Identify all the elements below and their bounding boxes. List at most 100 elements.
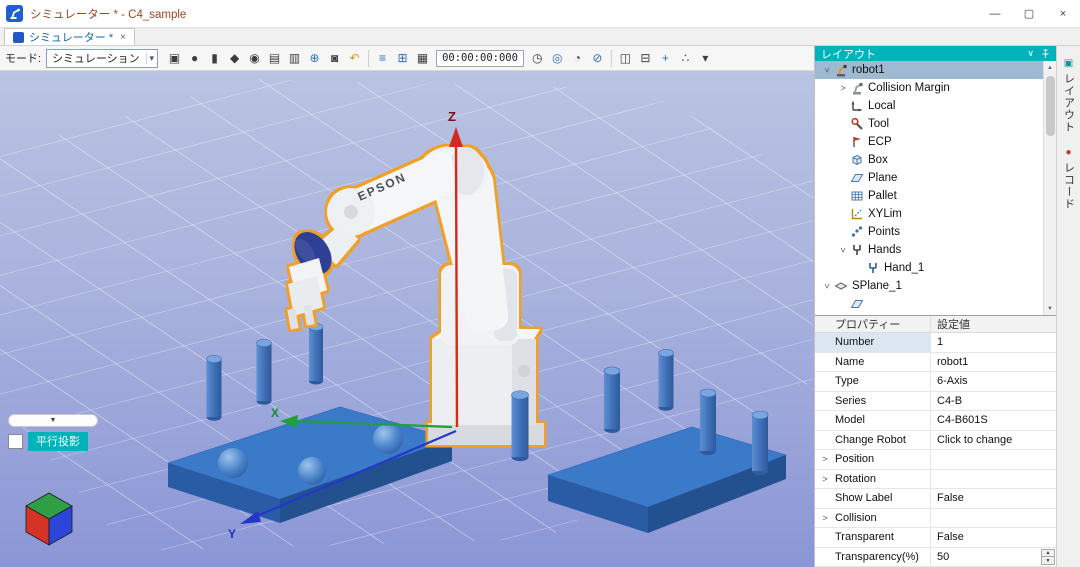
add-box-icon[interactable]: ▣ [165, 49, 184, 68]
property-value[interactable]: C4-B601S [931, 411, 1056, 430]
add-sphere-icon[interactable]: ● [185, 49, 204, 68]
peg-cylinder[interactable] [700, 389, 716, 455]
sphere[interactable] [298, 457, 326, 485]
property-value[interactable]: 1 [931, 333, 1056, 352]
chevron-down-icon[interactable]: > [822, 280, 832, 292]
property-name[interactable]: Number [815, 333, 931, 352]
chevron-right-icon[interactable]: > [819, 454, 831, 464]
tree-item-splane-1[interactable]: >SPlane_1 [815, 277, 1043, 295]
tree-item-pallet[interactable]: Pallet [815, 187, 1043, 205]
list-view-icon[interactable]: ≡ [373, 49, 392, 68]
tree-item-partial[interactable] [815, 295, 1043, 313]
peg-cylinder[interactable] [659, 349, 674, 411]
property-name[interactable]: Show Label [815, 489, 931, 508]
side-tab-layout[interactable]: ▣レイアウト [1061, 58, 1077, 133]
property-value[interactable]: robot1 [931, 353, 1056, 372]
tree-item-tool[interactable]: Tool [815, 115, 1043, 133]
property-name[interactable]: >Rotation [815, 470, 931, 489]
tab-close-icon[interactable]: × [120, 32, 126, 43]
add-plane-icon[interactable]: ◆ [225, 49, 244, 68]
property-value[interactable]: 6-Axis [931, 372, 1056, 391]
property-value[interactable] [931, 509, 1056, 528]
tree-item-local[interactable]: Local [815, 97, 1043, 115]
chevron-right-icon[interactable]: > [819, 474, 831, 484]
maximize-button[interactable]: ▢ [1012, 0, 1046, 27]
chevron-right-icon[interactable]: > [819, 513, 831, 523]
chevron-down-icon[interactable]: > [838, 244, 848, 256]
tree-item-box[interactable]: Box [815, 151, 1043, 169]
place-robot-icon[interactable]: ⊕ [305, 49, 324, 68]
tree-item-collision-margin[interactable]: >Collision Margin [815, 79, 1043, 97]
spinner-up-icon[interactable]: ▲ [1042, 550, 1054, 558]
scene-objects-front[interactable] [512, 391, 529, 462]
tree-item-robot1[interactable]: >robot1 [815, 61, 1043, 79]
panel-collapse-icon[interactable]: ∨ [1027, 48, 1034, 59]
tab-simulator[interactable]: シミュレーター * × [4, 28, 135, 45]
peg-cylinder[interactable] [207, 355, 222, 421]
close-button[interactable]: × [1046, 0, 1080, 27]
peg-cylinder[interactable] [604, 367, 620, 433]
render-mode-icon[interactable]: ▤ [265, 49, 284, 68]
peg-cylinder[interactable] [752, 411, 768, 475]
tree-item-plane[interactable]: Plane [815, 169, 1043, 187]
scroll-thumb[interactable] [1046, 76, 1055, 136]
property-name[interactable]: >Position [815, 450, 931, 469]
add-cylinder-icon[interactable]: ▮ [205, 49, 224, 68]
side-tab-record[interactable]: ●レコード [1061, 147, 1077, 210]
overflow-icon[interactable]: ▾ [696, 49, 715, 68]
tile-horizontal-icon[interactable]: ◫ [616, 49, 635, 68]
simulation-clock-icon[interactable]: ◷ [528, 49, 547, 68]
step-icon[interactable]: ◔ [568, 49, 587, 68]
value-spinner[interactable]: ▲▼ [1041, 549, 1055, 566]
tree-item-ecp[interactable]: ECP [815, 133, 1043, 151]
peg-cylinder[interactable] [257, 339, 272, 405]
property-name[interactable]: Series [815, 392, 931, 411]
scroll-up-icon[interactable]: ▲ [1044, 61, 1056, 74]
property-value[interactable] [931, 450, 1056, 469]
property-value[interactable]: C4-B [931, 392, 1056, 411]
orientation-cube[interactable] [18, 487, 80, 551]
chevron-down-icon[interactable]: > [822, 64, 832, 76]
viewport-3d[interactable]: EPSON [0, 71, 814, 567]
visibility-icon[interactable]: ◉ [245, 49, 264, 68]
property-name[interactable]: Transparency(%) [815, 548, 931, 567]
layout-grid-icon[interactable]: ⊞ [393, 49, 412, 68]
align-center-icon[interactable]: + [656, 49, 675, 68]
property-value[interactable] [931, 470, 1056, 489]
sphere[interactable] [218, 448, 248, 478]
property-name[interactable]: Model [815, 411, 931, 430]
scroll-down-icon[interactable]: ▼ [1044, 302, 1056, 315]
measure-icon[interactable]: ⊘ [588, 49, 607, 68]
peg-cylinder[interactable] [512, 391, 529, 462]
peg-cylinder[interactable] [309, 324, 323, 385]
tile-vertical-icon[interactable]: ⊟ [636, 49, 655, 68]
property-name[interactable]: >Collision [815, 509, 931, 528]
tree-item-points[interactable]: Points [815, 223, 1043, 241]
spinner-down-icon[interactable]: ▼ [1042, 557, 1054, 564]
property-name[interactable]: Transparent [815, 528, 931, 547]
parallel-projection-checkbox[interactable] [8, 434, 23, 449]
schedule-icon[interactable]: ▦ [413, 49, 432, 68]
property-value[interactable]: Click to change [931, 431, 1056, 450]
copy-object-icon[interactable]: ▥ [285, 49, 304, 68]
tree-item-hands[interactable]: >Hands [815, 241, 1043, 259]
minimize-button[interactable]: — [978, 0, 1012, 27]
property-name[interactable]: Type [815, 372, 931, 391]
property-value[interactable]: 50▲▼ [931, 548, 1056, 567]
tree-item-hand-1[interactable]: Hand_1 [815, 259, 1043, 277]
mode-dropdown[interactable]: シミュレーション ▾ [46, 49, 158, 68]
undo-icon[interactable]: ↶ [345, 49, 364, 68]
property-name[interactable]: Name [815, 353, 931, 372]
tree-scrollbar[interactable]: ▲ ▼ [1043, 61, 1056, 315]
tree-item-xylim[interactable]: XYLim [815, 205, 1043, 223]
camera-icon[interactable]: ◙ [325, 49, 344, 68]
chevron-right-icon[interactable]: > [837, 83, 849, 93]
sphere[interactable] [373, 424, 403, 454]
property-value[interactable]: False [931, 528, 1056, 547]
property-name[interactable]: Change Robot [815, 431, 931, 450]
projection-collapse-button[interactable]: ▼ [8, 414, 98, 427]
run-icon[interactable]: ◎ [548, 49, 567, 68]
panel-pin-icon[interactable] [1041, 49, 1050, 59]
property-value[interactable]: False [931, 489, 1056, 508]
collision-check-icon[interactable]: ∴ [676, 49, 695, 68]
